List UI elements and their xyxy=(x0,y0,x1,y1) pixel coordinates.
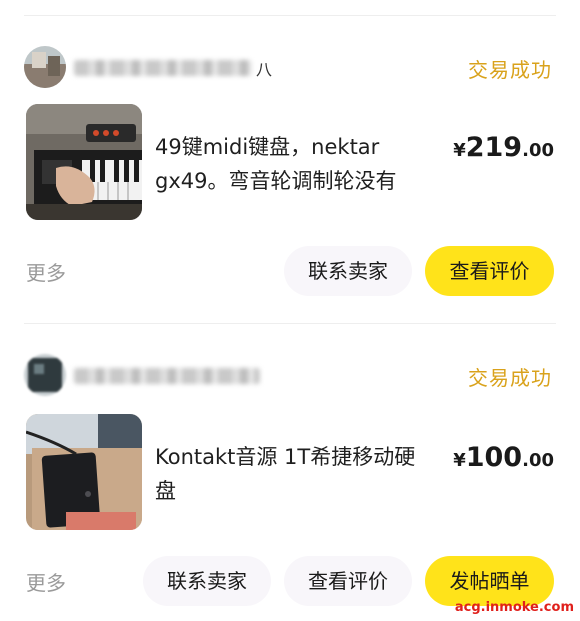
post-share-button[interactable]: 发帖晒单 xyxy=(425,556,554,606)
price-decimal: .00 xyxy=(522,450,554,471)
order-status: 交易成功 xyxy=(468,366,552,390)
seller-avatar[interactable] xyxy=(24,354,66,396)
product-title[interactable]: Kontakt音源 1T希捷移动硬盘 xyxy=(155,440,425,508)
avatar-image xyxy=(24,354,66,396)
product-title[interactable]: 49键midi键盘，nektar gx49。弯音轮调制轮没有 xyxy=(155,130,425,198)
more-link[interactable]: 更多 xyxy=(26,257,66,286)
midi-keyboard-photo xyxy=(26,104,142,220)
seller-row[interactable]: 八 交易成功 xyxy=(24,44,556,90)
price-integer: 100 xyxy=(465,442,523,473)
seller-avatar[interactable] xyxy=(24,46,66,88)
view-review-button[interactable]: 查看评价 xyxy=(425,246,554,296)
order-status: 交易成功 xyxy=(468,58,552,82)
price-decimal: .00 xyxy=(522,140,554,161)
order-divider xyxy=(24,323,556,324)
seller-name-suffix: 八 xyxy=(256,60,273,79)
product-price: ¥100.00 xyxy=(453,442,554,473)
seller-row[interactable]: 交易成功 xyxy=(24,352,556,398)
seller-name-blurred xyxy=(74,60,252,76)
contact-seller-button[interactable]: 联系卖家 xyxy=(143,556,271,606)
view-review-button[interactable]: 查看评价 xyxy=(284,556,412,606)
product-price: ¥219.00 xyxy=(453,132,554,163)
top-divider xyxy=(24,15,556,16)
product-thumbnail[interactable] xyxy=(26,414,142,530)
contact-seller-button[interactable]: 联系卖家 xyxy=(284,246,412,296)
avatar-image xyxy=(24,46,66,88)
seller-name-blurred xyxy=(74,368,260,384)
price-integer: 219 xyxy=(465,132,523,163)
price-currency: ¥ xyxy=(453,450,466,471)
hard-drive-photo xyxy=(26,414,142,530)
watermark-text: acg.inmoke.com xyxy=(454,600,574,615)
more-link[interactable]: 更多 xyxy=(26,567,66,596)
product-thumbnail[interactable] xyxy=(26,104,142,220)
price-currency: ¥ xyxy=(453,140,466,161)
